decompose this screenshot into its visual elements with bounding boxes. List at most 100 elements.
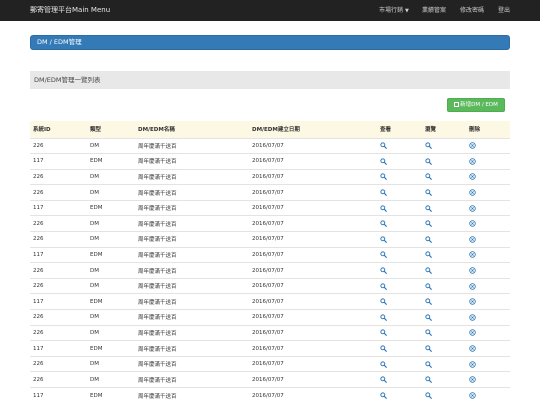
cell-view	[377, 169, 422, 185]
cell-name: 周年慶滿千送百	[138, 330, 177, 337]
search-icon[interactable]	[425, 142, 432, 150]
search-icon[interactable]	[380, 189, 387, 196]
remove-circle-icon[interactable]	[469, 314, 476, 321]
remove-circle-icon[interactable]	[469, 251, 476, 259]
search-icon[interactable]	[380, 298, 387, 306]
remove-circle-icon[interactable]	[469, 204, 476, 212]
cell-type: DM	[90, 220, 99, 227]
search-icon[interactable]	[380, 392, 387, 399]
nav-performance[interactable]: 業績管案	[422, 0, 446, 21]
cell-delete	[466, 216, 510, 232]
remove-circle-icon[interactable]	[469, 392, 476, 399]
remove-circle-icon[interactable]	[469, 189, 476, 196]
cell-view	[377, 341, 422, 357]
search-icon[interactable]	[380, 360, 387, 368]
cell-view	[377, 310, 422, 326]
cell-preview	[422, 325, 466, 341]
cell-name: 周年慶滿千送百	[138, 315, 177, 322]
search-icon[interactable]	[380, 329, 387, 337]
cell-type: DM	[90, 189, 99, 196]
search-icon[interactable]	[425, 189, 432, 196]
cell-created-date: 2016/07/07	[252, 376, 284, 383]
search-icon[interactable]	[380, 158, 387, 165]
search-icon[interactable]	[425, 267, 432, 274]
cell-system-id: 117	[33, 158, 44, 165]
cell-delete	[466, 138, 510, 154]
search-icon[interactable]	[380, 282, 387, 290]
search-icon[interactable]	[380, 345, 387, 352]
cell-type: DM	[90, 376, 99, 383]
search-icon[interactable]	[425, 220, 432, 228]
search-icon[interactable]	[425, 314, 432, 321]
cell-type: EDM	[90, 205, 103, 212]
cell-created-date: 2016/07/07	[252, 158, 284, 165]
search-icon[interactable]	[425, 251, 432, 259]
search-icon[interactable]	[380, 314, 387, 321]
cell-view	[377, 372, 422, 388]
nav-marketing-dropdown[interactable]: 市場行銷 ▼	[379, 0, 409, 21]
cell-name: 周年慶滿千送百	[138, 362, 177, 369]
remove-circle-icon[interactable]	[469, 236, 476, 243]
cell-view	[377, 247, 422, 263]
search-icon[interactable]	[425, 205, 432, 212]
cell-name: 周年慶滿千送百	[138, 377, 177, 384]
search-icon[interactable]	[425, 173, 432, 181]
search-icon[interactable]	[425, 345, 432, 352]
cell-system-id: 226	[33, 220, 44, 227]
table-row: 117 EDM 周年慶滿千送百 2016/07/07	[30, 387, 510, 404]
nav-marketing-label: 市場行銷	[379, 7, 404, 14]
cell-system-id: 117	[33, 251, 44, 258]
search-icon[interactable]	[380, 376, 387, 384]
search-icon[interactable]	[425, 158, 432, 165]
cell-preview	[422, 138, 466, 154]
cell-name: 周年慶滿千送百	[138, 190, 177, 197]
header-delete: 刪除	[469, 127, 481, 134]
panel-title: DM / EDM管理	[30, 35, 510, 50]
cell-type: EDM	[90, 251, 103, 258]
table-row: 226 DM 周年慶滿千送百 2016/07/07	[30, 262, 510, 279]
cell-delete	[466, 169, 510, 185]
search-icon[interactable]	[425, 236, 432, 243]
cell-view	[377, 388, 422, 404]
remove-circle-icon[interactable]	[469, 376, 476, 383]
remove-circle-icon[interactable]	[469, 360, 476, 368]
search-icon[interactable]	[380, 236, 387, 243]
remove-circle-icon[interactable]	[469, 345, 476, 352]
remove-circle-icon[interactable]	[469, 267, 476, 274]
cell-delete	[466, 278, 510, 294]
cell-delete	[466, 341, 510, 357]
search-icon[interactable]	[425, 360, 432, 368]
remove-circle-icon[interactable]	[469, 142, 476, 150]
search-icon[interactable]	[425, 298, 432, 306]
remove-circle-icon[interactable]	[469, 158, 476, 165]
cell-created-date: 2016/07/07	[252, 236, 284, 243]
nav-change-password[interactable]: 修改密碼	[460, 0, 484, 21]
cell-view	[377, 138, 422, 154]
search-icon[interactable]	[380, 205, 387, 212]
search-icon[interactable]	[380, 220, 387, 228]
remove-circle-icon[interactable]	[469, 298, 476, 305]
cell-created-date: 2016/07/07	[252, 267, 284, 274]
brand-title[interactable]: 郵寄管理平台Main Menu	[30, 0, 110, 21]
cell-name: 周年慶滿千送百	[138, 221, 177, 228]
cell-preview	[422, 154, 466, 170]
search-icon[interactable]	[425, 392, 432, 399]
search-icon[interactable]	[380, 142, 387, 150]
search-icon[interactable]	[380, 267, 387, 274]
search-icon[interactable]	[380, 173, 387, 181]
table-row: 226 DM 周年慶滿千送百 2016/07/07	[30, 169, 510, 185]
caret-down-icon: ▼	[405, 8, 409, 14]
remove-circle-icon[interactable]	[469, 282, 476, 290]
search-icon[interactable]	[425, 329, 432, 337]
search-icon[interactable]	[425, 376, 432, 384]
cell-name: 周年慶滿千送百	[138, 206, 177, 213]
remove-circle-icon[interactable]	[469, 220, 476, 227]
add-dm-edm-button[interactable]: 新增DM / EDM	[447, 98, 505, 112]
table-row: 117 EDM 周年慶滿千送百 2016/07/07	[30, 293, 510, 310]
remove-circle-icon[interactable]	[469, 329, 476, 337]
remove-circle-icon[interactable]	[469, 173, 476, 181]
search-icon[interactable]	[380, 251, 387, 259]
search-icon[interactable]	[425, 282, 432, 290]
cell-system-id: 226	[33, 173, 44, 180]
nav-logout[interactable]: 登出	[498, 0, 510, 21]
